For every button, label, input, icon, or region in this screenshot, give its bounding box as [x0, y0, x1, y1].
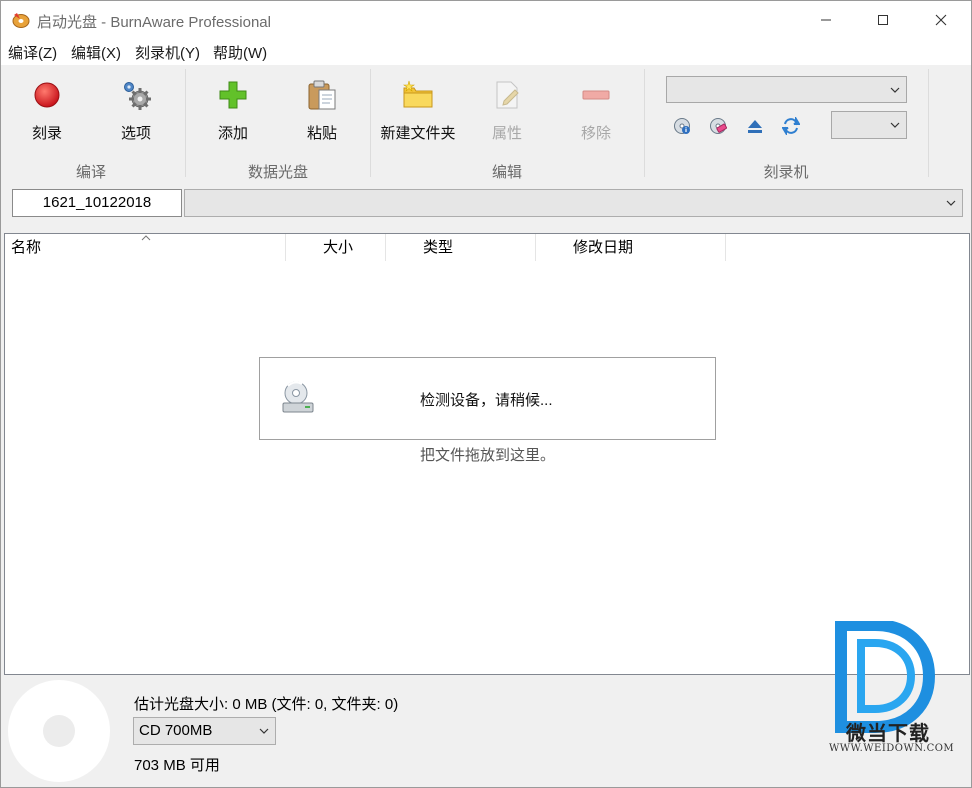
properties-document-icon — [496, 81, 519, 109]
menu-compile[interactable]: 编译(Z) — [8, 42, 57, 63]
maximize-icon — [878, 15, 888, 25]
new-folder-label: 新建文件夹 — [380, 125, 456, 142]
options-button[interactable]: 选项 — [96, 65, 176, 155]
properties-button[interactable]: 属性 — [467, 65, 547, 155]
paste-button[interactable]: 粘贴 — [282, 65, 362, 155]
remove-minus-icon — [582, 90, 610, 100]
group-label-edit: 编辑 — [491, 164, 522, 181]
sort-ascending-icon — [141, 235, 151, 241]
location-combo[interactable] — [184, 189, 963, 217]
column-header-type[interactable]: 类型 — [423, 234, 453, 261]
add-plus-icon — [219, 81, 247, 109]
menu-burner[interactable]: 刻录机(Y) — [135, 42, 200, 63]
column-header-modified[interactable]: 修改日期 — [573, 234, 633, 261]
paste-label: 粘贴 — [306, 125, 337, 142]
menu-help[interactable]: 帮助(W) — [213, 42, 267, 63]
group-label-burner: 刻录机 — [763, 164, 809, 181]
disc-label-field[interactable]: 1621_10122018 — [12, 189, 182, 217]
chevron-down-icon — [890, 122, 900, 128]
watermark-brand: 微当下载 — [846, 723, 930, 745]
app-window: 启动光盘 - BurnAware Professional 编译(Z) 编辑(X… — [0, 0, 972, 788]
remove-button[interactable]: 移除 — [556, 65, 636, 155]
title-bar: 启动光盘 - BurnAware Professional — [1, 1, 971, 39]
ribbon-toolbar: 刻录 选项 编译 添加 粘贴 数据光盘 新建文件夹 属性 移除 编辑 刻录机 — [1, 65, 971, 185]
estimated-size-text: 估计光盘大小: 0 MB (文件: 0, 文件夹: 0) — [134, 696, 399, 713]
column-header-name[interactable]: 名称 — [11, 234, 41, 261]
burn-button[interactable]: 刻录 — [7, 65, 87, 155]
new-folder-icon — [403, 80, 433, 108]
chevron-down-icon — [259, 728, 269, 734]
menu-bar: 编译(Z) 编辑(X) 刻录机(Y) 帮助(W) — [1, 39, 971, 65]
detecting-message: 检测设备，请稍候... — [420, 392, 553, 409]
options-label: 选项 — [120, 125, 151, 142]
group-label-compile: 编译 — [75, 164, 106, 181]
erase-disc-icon[interactable] — [709, 117, 727, 135]
detecting-devices-popup: 检测设备，请稍候... — [259, 357, 716, 440]
window-title: 启动光盘 - BurnAware Professional — [37, 14, 271, 31]
minimize-button[interactable] — [797, 1, 855, 39]
disc-info-icon[interactable] — [673, 117, 691, 135]
column-divider[interactable] — [385, 234, 386, 261]
burn-speed-select[interactable] — [831, 111, 907, 139]
file-list[interactable]: 名称 大小 类型 修改日期 检测设备，请稍候... 把文件拖放到这里。 — [4, 233, 970, 675]
eject-icon[interactable] — [746, 117, 764, 135]
burn-record-icon — [34, 82, 60, 108]
remove-label: 移除 — [580, 125, 611, 142]
refresh-icon[interactable] — [782, 117, 800, 135]
disc-usage-icon — [8, 680, 110, 782]
maximize-button[interactable] — [854, 1, 912, 39]
chevron-down-icon — [946, 200, 956, 206]
watermark-url: WWW.WEIDOWN.COM — [829, 743, 955, 754]
column-divider[interactable] — [285, 234, 286, 261]
minimize-icon — [821, 19, 831, 21]
close-icon — [935, 14, 947, 26]
close-button[interactable] — [912, 1, 970, 39]
disc-type-value: CD 700MB — [139, 722, 213, 739]
new-folder-button[interactable]: 新建文件夹 — [378, 65, 458, 155]
column-divider[interactable] — [535, 234, 536, 261]
gear-icon — [124, 82, 151, 110]
burnaware-app-icon — [12, 13, 30, 28]
disc-type-select[interactable]: CD 700MB — [133, 717, 276, 745]
properties-label: 属性 — [491, 125, 522, 142]
column-header-size[interactable]: 大小 — [323, 234, 353, 261]
drop-files-hint: 把文件拖放到这里。 — [420, 447, 556, 464]
group-label-data-disc: 数据光盘 — [247, 164, 308, 181]
ribbon-separator — [644, 69, 645, 177]
ribbon-separator — [928, 69, 929, 177]
add-label: 添加 — [217, 125, 248, 142]
available-space-text: 703 MB 可用 — [134, 757, 220, 774]
column-divider[interactable] — [725, 234, 726, 261]
burn-label: 刻录 — [31, 125, 62, 142]
disc-drive-icon — [282, 381, 314, 413]
add-button[interactable]: 添加 — [193, 65, 273, 155]
paste-clipboard-icon — [308, 80, 336, 110]
burner-drive-select[interactable] — [666, 76, 907, 103]
menu-edit[interactable]: 编辑(X) — [71, 42, 121, 63]
chevron-down-icon — [890, 87, 900, 93]
